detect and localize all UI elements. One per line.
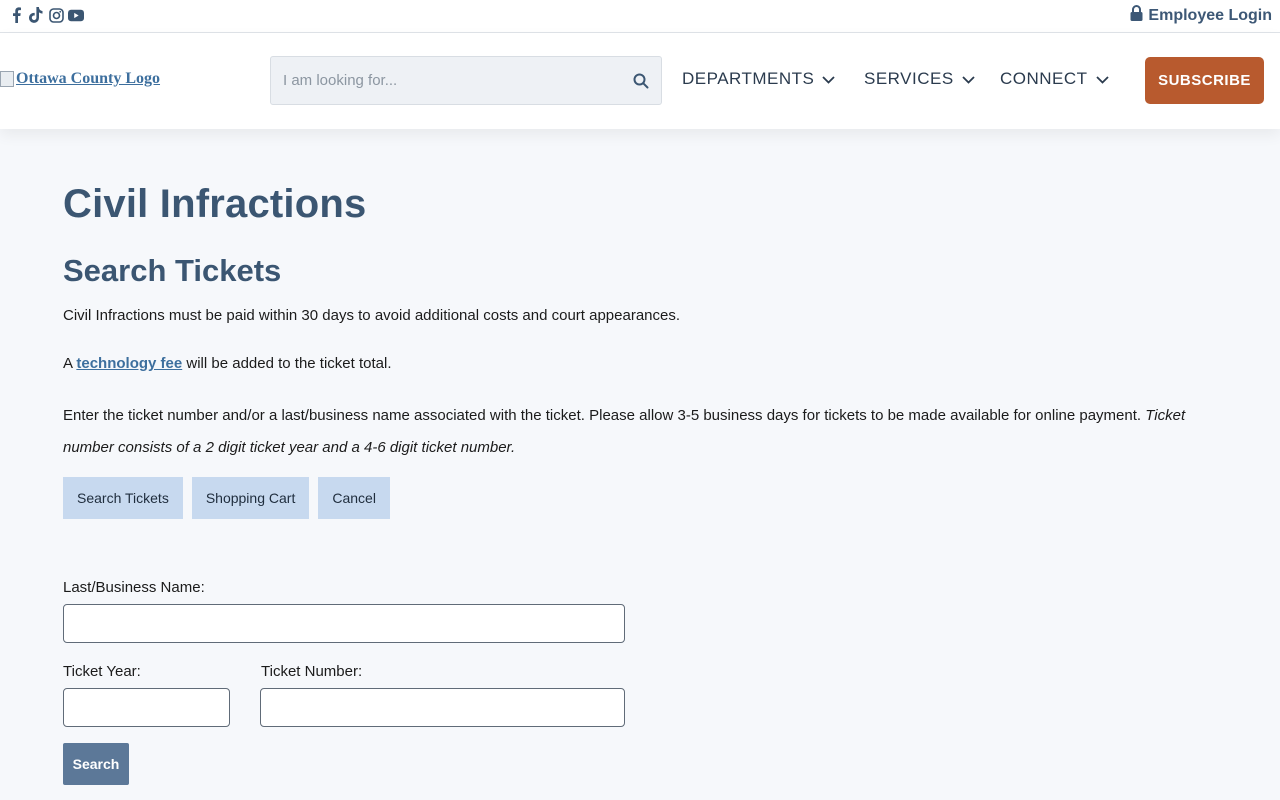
payment-notice: Civil Infractions must be paid within 30… xyxy=(63,307,681,324)
nav-connect-label: CONNECT xyxy=(1000,69,1088,88)
fee-text-before: A xyxy=(63,355,77,372)
search-tickets-button[interactable]: Search Tickets xyxy=(63,477,183,519)
nav-services-label: SERVICES xyxy=(864,69,954,88)
ticket-number-input[interactable] xyxy=(260,688,625,727)
chevron-down-icon xyxy=(962,69,975,89)
logo-alt-text: Ottawa County Logo xyxy=(16,70,161,87)
search-icon[interactable] xyxy=(621,73,661,89)
main-content: Civil Infractions Search Tickets Civil I… xyxy=(63,180,1213,785)
ticket-year-label: Ticket Year: xyxy=(63,663,141,680)
subscribe-button[interactable]: SUBSCRIBE xyxy=(1145,57,1264,104)
broken-image-icon xyxy=(0,71,14,87)
technology-fee-notice: A technology fee will be added to the ti… xyxy=(63,355,392,372)
fee-text-after: will be added to the ticket total. xyxy=(182,355,392,372)
top-utility-bar: Employee Login xyxy=(0,0,1280,33)
ticket-number-label: Ticket Number: xyxy=(261,663,363,680)
instructions: Enter the ticket number and/or a last/bu… xyxy=(63,400,1203,464)
tiktok-icon[interactable] xyxy=(28,6,44,24)
nav-connect[interactable]: CONNECT xyxy=(1000,69,1109,89)
lock-icon xyxy=(1130,5,1143,26)
site-header: Ottawa County Logo DEPARTMENTS SERVICES … xyxy=(0,33,1280,129)
cancel-button[interactable]: Cancel xyxy=(318,477,390,519)
youtube-icon[interactable] xyxy=(68,6,84,24)
ticket-year-input[interactable] xyxy=(63,688,230,727)
action-buttons: Search Tickets Shopping Cart Cancel xyxy=(63,477,390,519)
nav-departments[interactable]: DEPARTMENTS xyxy=(682,69,836,89)
site-search-input[interactable] xyxy=(271,57,621,104)
chevron-down-icon xyxy=(822,69,836,89)
facebook-icon[interactable] xyxy=(8,6,24,24)
instagram-icon[interactable] xyxy=(48,6,64,24)
shopping-cart-button[interactable]: Shopping Cart xyxy=(191,477,310,519)
site-search xyxy=(270,56,662,105)
employee-login-link[interactable]: Employee Login xyxy=(1130,5,1272,26)
search-button[interactable]: Search xyxy=(63,743,129,785)
social-links xyxy=(8,6,84,24)
nav-services[interactable]: SERVICES xyxy=(864,69,975,89)
last-name-input[interactable] xyxy=(63,604,625,643)
site-logo-link[interactable]: Ottawa County Logo xyxy=(0,70,160,88)
page-title: Civil Infractions xyxy=(63,182,367,226)
last-name-label: Last/Business Name: xyxy=(63,579,205,596)
technology-fee-link[interactable]: technology fee xyxy=(76,355,182,372)
nav-departments-label: DEPARTMENTS xyxy=(682,69,815,88)
section-title: Search Tickets xyxy=(63,253,282,288)
employee-login-label: Employee Login xyxy=(1148,6,1272,24)
instructions-text: Enter the ticket number and/or a last/bu… xyxy=(63,407,1146,424)
chevron-down-icon xyxy=(1095,69,1109,89)
